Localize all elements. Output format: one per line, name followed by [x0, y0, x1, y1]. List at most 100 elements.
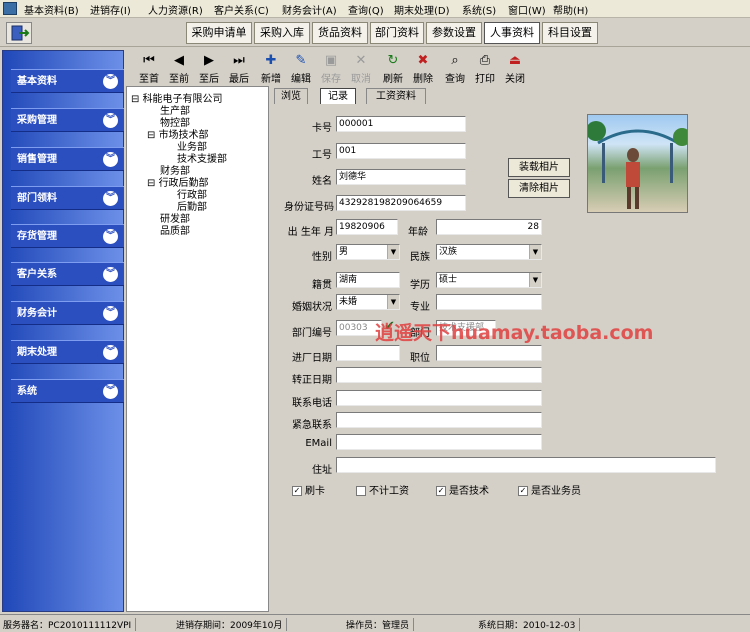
- sidebar-item-label: 财务会计: [17, 308, 57, 319]
- quick-tab-toolbar: 采购申请单 采购入库 货品资料 部门资料 参数设置 人事资料 科目设置: [0, 19, 750, 47]
- tab-salary[interactable]: 工资资料: [366, 88, 426, 104]
- tab-browse[interactable]: 浏览: [274, 88, 308, 104]
- menu-hr[interactable]: 人力资源(R): [148, 2, 203, 17]
- next-record-button[interactable]: ▶ 至后: [194, 52, 224, 85]
- sidebar-item-stock[interactable]: 存货管理 ︾: [11, 224, 124, 248]
- clear-photo-button[interactable]: 清除相片: [508, 179, 570, 198]
- sidebar-item-system[interactable]: 系统 ︾: [11, 379, 124, 403]
- menu-query[interactable]: 查询(Q): [348, 2, 384, 17]
- tab-personnel[interactable]: 人事资料: [484, 22, 540, 44]
- save-button[interactable]: ▣ 保存: [316, 52, 346, 85]
- last-record-button[interactable]: ⏭ 最后: [224, 52, 254, 85]
- sidebar-item-label: 期末处理: [17, 347, 57, 358]
- refresh-button[interactable]: ↻ 刷新: [378, 52, 408, 85]
- prev-record-button[interactable]: ◀ 至前: [164, 52, 194, 85]
- chevron-down-icon[interactable]: ▼: [387, 295, 399, 309]
- menu-window[interactable]: 窗口(W): [508, 2, 546, 17]
- marital-value: 未婚: [339, 297, 358, 307]
- card-swipe-checkbox[interactable]: ✓ 刷卡: [292, 482, 325, 497]
- birth-field[interactable]: 19820906: [336, 219, 398, 235]
- major-field[interactable]: [436, 294, 542, 310]
- chevron-down-icon[interactable]: ▼: [529, 273, 541, 287]
- tab-accounts[interactable]: 科目设置: [542, 22, 598, 44]
- menu-crm[interactable]: 客户关系(C): [214, 2, 269, 17]
- print-button[interactable]: ⎙ 打印: [470, 52, 500, 85]
- sidebar-item-sales[interactable]: 销售管理 ︾: [11, 147, 124, 171]
- chevron-down-icon: ︾: [103, 229, 118, 244]
- sidebar-item-requisition[interactable]: 部门领料 ︾: [11, 186, 124, 210]
- chevron-down-icon[interactable]: ▼: [387, 245, 399, 259]
- tool-label: 编辑: [291, 74, 311, 85]
- gender-select[interactable]: 男 ▼: [336, 244, 400, 260]
- hometown-label: 籍贯: [312, 280, 332, 291]
- cancel-icon: ✕: [355, 53, 367, 68]
- id-no-label: 身份证号码: [284, 202, 334, 213]
- menu-period-end[interactable]: 期末处理(D): [394, 2, 450, 17]
- first-record-button[interactable]: ⏮ 至首: [134, 52, 164, 85]
- tab-parameters[interactable]: 参数设置: [426, 22, 482, 44]
- add-button[interactable]: ✚ 新增: [256, 52, 286, 85]
- tab-goods[interactable]: 货品资料: [312, 22, 368, 44]
- menu-finance[interactable]: 财务会计(A): [282, 2, 337, 17]
- tab-purchase-inbound[interactable]: 采购入库: [254, 22, 310, 44]
- sidebar-item-crm[interactable]: 客户关系 ︾: [11, 262, 124, 286]
- checkbox-label: 是否技术: [449, 486, 489, 497]
- sidebar-item-label: 存货管理: [17, 231, 57, 242]
- status-bar: 服务器名：PC2010111112VPI 进销存期间：2009年10月 操作员：…: [0, 614, 750, 632]
- email-field[interactable]: [336, 434, 542, 450]
- checkbox-label: 刷卡: [305, 486, 325, 497]
- marital-select[interactable]: 未婚 ▼: [336, 294, 400, 310]
- tab-purchase-request[interactable]: 采购申请单: [186, 22, 252, 44]
- edit-button[interactable]: ✎ 编辑: [286, 52, 316, 85]
- exit-icon[interactable]: [6, 22, 32, 44]
- phone-label: 联系电话: [292, 398, 332, 409]
- education-label: 学历: [410, 280, 430, 291]
- is-technical-checkbox[interactable]: ✓ 是否技术: [436, 482, 489, 497]
- no-salary-checkbox[interactable]: 不计工资: [356, 482, 409, 497]
- menu-system[interactable]: 系统(S): [462, 2, 496, 17]
- app-icon: [3, 2, 17, 15]
- education-select[interactable]: 硕士 ▼: [436, 272, 542, 288]
- tab-departments[interactable]: 部门资料: [370, 22, 424, 44]
- sidebar-item-purchase[interactable]: 采购管理 ︾: [11, 108, 124, 132]
- tab-record[interactable]: 记录: [320, 88, 356, 104]
- close-button[interactable]: ⏏ 关闭: [500, 52, 530, 85]
- print-icon: ⎙: [479, 53, 491, 68]
- cancel-button[interactable]: ✕ 取消: [346, 52, 376, 85]
- phone-field[interactable]: [336, 390, 542, 406]
- checkbox-label: 不计工资: [369, 486, 409, 497]
- delete-icon: ✖: [417, 53, 429, 68]
- sidebar-item-period-end[interactable]: 期末处理 ︾: [11, 340, 124, 364]
- checkbox-empty-icon: [356, 486, 366, 496]
- menu-basic[interactable]: 基本资料(B): [24, 2, 79, 17]
- regular-date-field[interactable]: [336, 367, 542, 383]
- load-photo-button[interactable]: 装载相片: [508, 158, 570, 177]
- sidebar-item-finance[interactable]: 财务会计 ︾: [11, 301, 124, 325]
- first-icon: ⏮: [143, 53, 155, 68]
- search-button[interactable]: ⌕ 查询: [440, 52, 470, 85]
- address-field[interactable]: [336, 457, 716, 473]
- emp-no-field[interactable]: 001: [336, 143, 466, 159]
- marital-label: 婚姻状况: [292, 302, 332, 313]
- menu-bar: 基本资料(B) 进销存(I) 人力资源(R) 客户关系(C) 财务会计(A) 查…: [0, 0, 750, 18]
- age-field[interactable]: 28: [436, 219, 542, 235]
- chevron-down-icon[interactable]: ▼: [529, 245, 541, 259]
- delete-button[interactable]: ✖ 删除: [408, 52, 438, 85]
- tree-node[interactable]: 品质部: [160, 222, 190, 237]
- ethnicity-select[interactable]: 汉族 ▼: [436, 244, 542, 260]
- menu-help[interactable]: 帮助(H): [553, 2, 588, 17]
- card-field[interactable]: 000001: [336, 116, 466, 132]
- record-toolbar: ⏮ 至首 ◀ 至前 ▶ 至后 ⏭ 最后 ✚ 新增 ✎ 编辑 ▣ 保存 ✕ 取消 ↻ 刷新 ✖ 删除 …: [130, 50, 750, 86]
- hometown-field[interactable]: 湖南: [336, 272, 400, 288]
- is-salesman-checkbox[interactable]: ✓ 是否业务员: [518, 482, 581, 497]
- tool-label: 至后: [199, 74, 219, 85]
- menu-inventory[interactable]: 进销存(I): [90, 2, 131, 17]
- hire-date-field[interactable]: [336, 345, 400, 361]
- name-field[interactable]: 刘德华: [336, 169, 466, 185]
- sidebar-item-basic[interactable]: 基本资料 ︾: [11, 69, 124, 93]
- position-field[interactable]: [436, 345, 542, 361]
- status-period: 进销存期间：2009年10月: [176, 618, 288, 631]
- id-no-field[interactable]: 432928198209064659: [336, 195, 466, 211]
- emergency-field[interactable]: [336, 412, 542, 428]
- edit-icon: ✎: [295, 53, 307, 68]
